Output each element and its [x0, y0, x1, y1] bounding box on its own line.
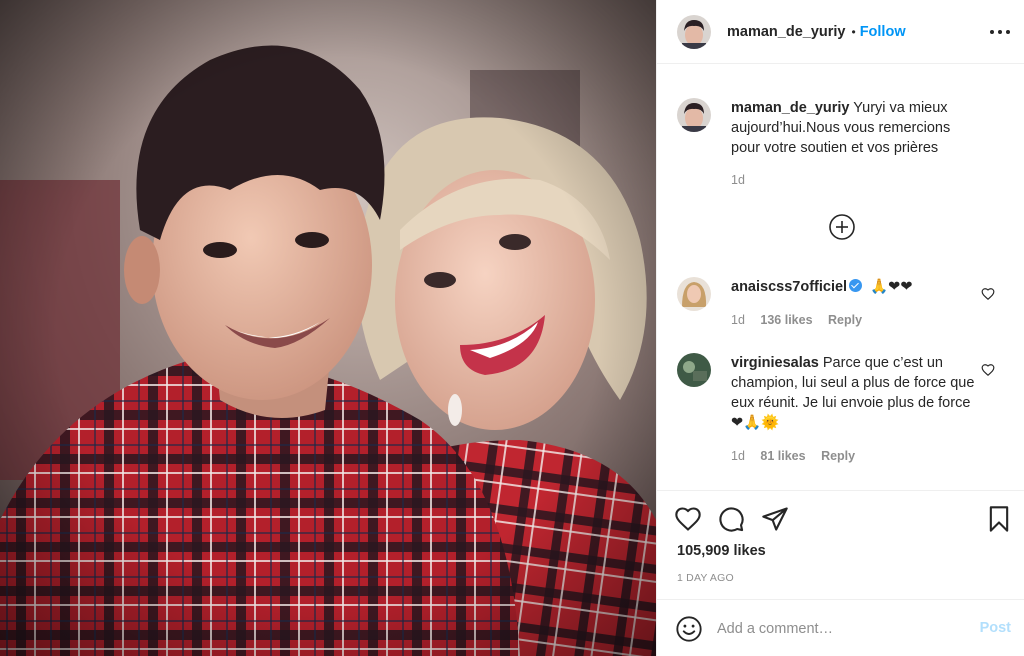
comment-likes[interactable]: 81 likes [760, 449, 805, 463]
post-actions: 105,909 likes 1 DAY AGO [657, 490, 1024, 598]
separator-dot: • [851, 24, 856, 39]
comment-body: virginiesalas Parce que c’est un champio… [731, 353, 981, 433]
caption-avatar[interactable] [677, 98, 711, 132]
post-comment-button[interactable]: Post [980, 620, 1011, 636]
author-username[interactable]: maman_de_yuriy [727, 24, 845, 40]
comment-item: virginiesalas Parce que c’est un champio… [677, 353, 1007, 473]
avatar-image [677, 277, 711, 311]
caption-time[interactable]: 1d [731, 173, 745, 187]
comment-item: anaiscss7officiel 🙏❤❤ 1d 136 likes Reply [677, 277, 1007, 337]
comment-meta: 1d 81 likes Reply [731, 449, 867, 463]
avatar-image [677, 98, 711, 132]
comment-username[interactable]: virginiesalas [731, 355, 819, 371]
comment-likes[interactable]: 136 likes [760, 313, 812, 327]
comment-meta: 1d 136 likes Reply [731, 313, 874, 327]
comment-time[interactable]: 1d [731, 449, 745, 463]
verified-badge-icon [849, 279, 863, 292]
likes-count[interactable]: 105,909 likes [677, 543, 766, 559]
avatar-image [677, 14, 711, 49]
post-side-panel: maman_de_yuriy • Follow maman_de_yuriy Y… [656, 0, 1024, 656]
caption: maman_de_yuriy Yuryi va mieux aujourd’hu… [677, 98, 1007, 198]
comment-like-heart-icon[interactable] [981, 363, 995, 377]
commenter-avatar[interactable] [677, 277, 711, 311]
comment-composer: Post [657, 599, 1024, 656]
instagram-post-modal: maman_de_yuriy • Follow maman_de_yuriy Y… [0, 0, 1024, 656]
reply-button[interactable]: Reply [821, 449, 855, 463]
caption-username[interactable]: maman_de_yuriy [731, 100, 849, 116]
post-timestamp[interactable]: 1 DAY AGO [677, 572, 734, 584]
comment-body: anaiscss7officiel 🙏❤❤ [731, 277, 981, 297]
avatar-image [677, 353, 711, 387]
post-photo-image [0, 0, 656, 656]
caption-body: maman_de_yuriy Yuryi va mieux aujourd’hu… [731, 98, 981, 158]
author-avatar[interactable] [677, 14, 711, 49]
post-header: maman_de_yuriy • Follow [657, 0, 1024, 64]
comment-bubble-icon[interactable] [717, 505, 745, 533]
comment-text: 🙏❤❤ [870, 279, 913, 295]
smiley-icon[interactable] [675, 615, 703, 643]
more-horizontal-icon[interactable] [990, 25, 1010, 39]
caption-meta: 1d [731, 173, 757, 187]
follow-button[interactable]: Follow [860, 24, 906, 40]
bookmark-icon[interactable] [985, 505, 1013, 533]
reply-button[interactable]: Reply [828, 313, 862, 327]
comments-list: maman_de_yuriy Yuryi va mieux aujourd’hu… [657, 65, 1024, 490]
comment-username[interactable]: anaiscss7officiel [731, 279, 847, 295]
add-comment-input[interactable] [717, 618, 957, 640]
paper-plane-icon[interactable] [761, 505, 789, 533]
heart-icon[interactable] [674, 505, 702, 533]
post-photo[interactable] [0, 0, 656, 656]
comment-like-heart-icon[interactable] [981, 287, 995, 301]
comment-time[interactable]: 1d [731, 313, 745, 327]
commenter-avatar[interactable] [677, 353, 711, 387]
plus-circle-icon[interactable] [828, 213, 856, 241]
